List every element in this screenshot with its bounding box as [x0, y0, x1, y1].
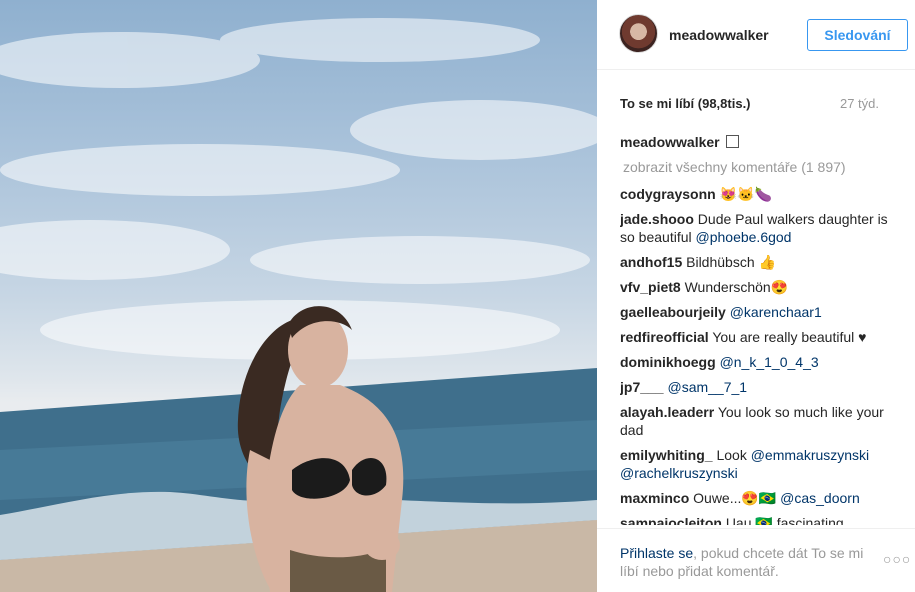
comment-username[interactable]: emilywhiting_ — [620, 447, 713, 463]
comment-row: redfireofficial You are really beautiful… — [620, 328, 895, 346]
comment-row: alayah.leaderr You look so much like you… — [620, 403, 895, 439]
comment-row: sampaiocleiton Uau 🇧🇷 fascinating — [620, 514, 895, 525]
comment-row: emilywhiting_ Look @emmakruszynski @rach… — [620, 446, 895, 482]
login-link[interactable]: Přihlaste se — [620, 545, 693, 561]
caption-username[interactable]: meadowwalker — [620, 134, 720, 150]
divider — [597, 528, 915, 529]
follow-button[interactable]: Sledování — [807, 19, 908, 51]
more-options-icon[interactable]: ○○○ — [883, 551, 911, 567]
post-timestamp[interactable]: 27 týd. — [840, 96, 879, 111]
comment-text: Bildhübsch 👍 — [686, 254, 776, 270]
post-header: meadowwalker Sledování — [597, 0, 915, 70]
comment-row: dominikhoegg @n_k_1_0_4_3 — [620, 353, 895, 371]
comment-text: Look — [716, 447, 747, 463]
comment-username[interactable]: andhof15 — [620, 254, 682, 270]
caption: meadowwalker — [620, 133, 895, 151]
view-all-comments-link[interactable]: zobrazit všechny komentáře (1 897) — [623, 158, 895, 176]
comment-text: 😻🐱🍆 — [719, 186, 772, 202]
likes-count[interactable]: To se mi líbí (98,8tis.) — [620, 96, 751, 111]
comment-username[interactable]: sampaiocleiton — [620, 515, 722, 525]
comment-text: Wunderschön😍 — [684, 279, 789, 295]
comment-row: jp7___ @sam__7_1 — [620, 378, 895, 396]
comments-list: meadowwalker zobrazit všechny komentáře … — [620, 133, 895, 525]
comment-text: Ouwe...😍🇧🇷 — [693, 490, 777, 506]
comment-username[interactable]: dominikhoegg — [620, 354, 716, 370]
comment-mention[interactable]: @sam__7_1 — [667, 379, 747, 395]
comment-mention[interactable]: @karenchaar1 — [730, 304, 822, 320]
comment-username[interactable]: vfv_piet8 — [620, 279, 681, 295]
comment-username[interactable]: jp7___ — [620, 379, 664, 395]
comment-row: vfv_piet8 Wunderschön😍 — [620, 278, 895, 296]
beach-photo-illustration — [0, 18, 597, 592]
comment-mention[interactable]: @phoebe.6god — [696, 229, 792, 245]
comment-mention[interactable]: @cas_doorn — [780, 490, 860, 506]
comment-text: Uau 🇧🇷 fascinating — [725, 515, 844, 525]
comment-row: gaelleabourjeily @karenchaar1 — [620, 303, 895, 321]
login-prompt: Přihlaste se, pokud chcete dát To se mi … — [620, 544, 870, 580]
comment-username[interactable]: jade.shooo — [620, 211, 694, 227]
comment-username[interactable]: codygraysonn — [620, 186, 716, 202]
post-photo[interactable] — [0, 0, 597, 592]
avatar[interactable] — [619, 14, 658, 53]
post-username[interactable]: meadowwalker — [669, 27, 769, 43]
comment-username[interactable]: gaelleabourjeily — [620, 304, 726, 320]
comment-username[interactable]: maxminco — [620, 490, 689, 506]
comment-row: andhof15 Bildhübsch 👍 — [620, 253, 895, 271]
flag-emoji-icon — [725, 135, 739, 148]
post-side-panel: meadowwalker Sledování To se mi líbí (98… — [597, 0, 915, 592]
comment-row: maxminco Ouwe...😍🇧🇷 @cas_doorn — [620, 489, 895, 507]
comment-username[interactable]: alayah.leaderr — [620, 404, 714, 420]
comment-row: codygraysonn 😻🐱🍆 — [620, 185, 895, 203]
comment-row: jade.shooo Dude Paul walkers daughter is… — [620, 210, 895, 246]
comment-text: You are really beautiful ♥ — [712, 329, 867, 345]
comment-mention[interactable]: @n_k_1_0_4_3 — [720, 354, 819, 370]
comment-username[interactable]: redfireofficial — [620, 329, 709, 345]
